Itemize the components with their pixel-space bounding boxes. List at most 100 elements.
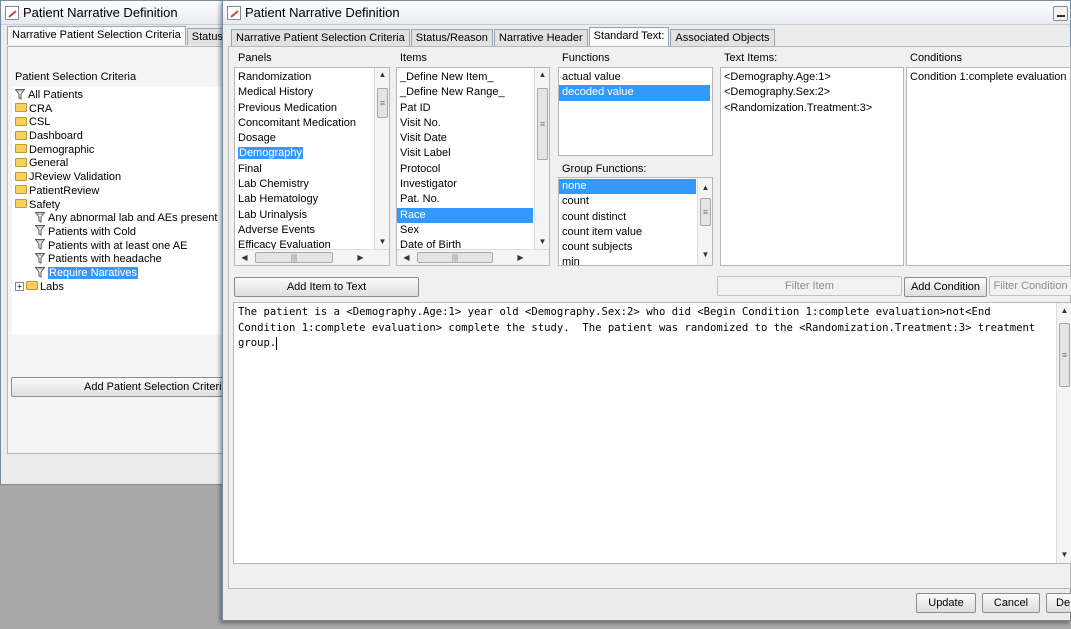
- scroll-up-icon[interactable]: ▲: [698, 181, 712, 195]
- items-item[interactable]: Pat. No.: [397, 192, 549, 207]
- scroll-up-icon[interactable]: ▲: [1057, 304, 1071, 318]
- tree-node[interactable]: Patients with headache: [15, 252, 228, 267]
- panels-item[interactable]: Randomization: [235, 70, 389, 85]
- scroll-up-icon[interactable]: ▲: [375, 68, 389, 82]
- items-item[interactable]: Pat ID: [397, 101, 549, 116]
- hscroll-thumb[interactable]: |||: [417, 252, 493, 263]
- tree-node[interactable]: + Labs: [15, 281, 228, 295]
- scroll-right-icon[interactable]: ▶: [353, 251, 368, 265]
- update-button[interactable]: Update: [916, 593, 976, 613]
- tab-selection-criteria[interactable]: Narrative Patient Selection Criteria: [231, 29, 410, 46]
- editor-vscroll[interactable]: ▲ ▼: [1056, 303, 1071, 563]
- scroll-thumb[interactable]: [537, 88, 548, 160]
- back-tab-selection-criteria[interactable]: Narrative Patient Selection Criteria: [7, 26, 186, 45]
- scroll-thumb[interactable]: [700, 198, 711, 226]
- scroll-up-icon[interactable]: ▲: [535, 68, 549, 82]
- group-functions-vscroll[interactable]: ▲ ▼: [697, 178, 712, 265]
- conditions-list[interactable]: Condition 1:complete evaluation: [906, 67, 1071, 266]
- panels-item[interactable]: Lab Hematology: [235, 192, 389, 207]
- narrative-text-editor[interactable]: The patient is a <Demography.Age:1> year…: [233, 302, 1071, 564]
- delete-button[interactable]: De: [1046, 593, 1071, 613]
- group-functions-item[interactable]: count distinct: [559, 210, 712, 225]
- scroll-down-icon[interactable]: ▼: [535, 235, 549, 249]
- panels-item[interactable]: Lab Urinalysis: [235, 208, 389, 223]
- text-items-item[interactable]: <Demography.Age:1>: [721, 70, 903, 85]
- scroll-thumb[interactable]: [1059, 323, 1070, 387]
- add-item-to-text-button[interactable]: Add Item to Text: [234, 277, 419, 297]
- items-item[interactable]: Visit Label: [397, 146, 549, 161]
- items-item[interactable]: Protocol: [397, 162, 549, 177]
- add-criteria-button[interactable]: Add Patient Selection Criteria: [11, 377, 229, 397]
- tab-standard-text[interactable]: Standard Text:: [588, 27, 670, 46]
- minimize-button[interactable]: [1053, 6, 1068, 21]
- tree-node[interactable]: JReview Validation: [15, 171, 228, 185]
- tree-node[interactable]: General: [15, 157, 228, 171]
- scroll-left-icon[interactable]: ◀: [237, 251, 252, 265]
- panels-item[interactable]: Concomitant Medication: [235, 116, 389, 131]
- panels-item[interactable]: Dosage: [235, 131, 389, 146]
- cancel-button[interactable]: Cancel: [982, 593, 1040, 613]
- items-item[interactable]: _Define New Item_: [397, 70, 549, 85]
- functions-list[interactable]: actual value decoded value: [558, 67, 713, 156]
- scroll-down-icon[interactable]: ▼: [1057, 548, 1071, 562]
- app-icon: [5, 5, 19, 20]
- tree-node[interactable]: Patients with Cold: [15, 225, 228, 240]
- panels-item[interactable]: Adverse Events: [235, 223, 389, 238]
- tree-node[interactable]: Require Naratives: [15, 266, 228, 281]
- text-items-item[interactable]: <Randomization.Treatment:3>: [721, 101, 903, 116]
- scroll-right-icon[interactable]: ▶: [513, 251, 528, 265]
- conditions-item[interactable]: Condition 1:complete evaluation: [907, 70, 1070, 85]
- tree-node[interactable]: Any abnormal lab and AEs present: [15, 211, 228, 226]
- hscroll-thumb[interactable]: |||: [255, 252, 333, 263]
- tree-node[interactable]: Safety: [15, 199, 228, 213]
- filter-condition-button[interactable]: Filter Condition: [989, 276, 1071, 296]
- panels-item[interactable]: Demography: [235, 146, 389, 161]
- panels-item[interactable]: Previous Medication: [235, 101, 389, 116]
- group-functions-item[interactable]: min: [559, 255, 712, 265]
- panels-item[interactable]: Final: [235, 162, 389, 177]
- scroll-down-icon[interactable]: ▼: [375, 235, 389, 249]
- text-items-list[interactable]: <Demography.Age:1> <Demography.Sex:2> <Ran…: [720, 67, 904, 266]
- add-condition-button[interactable]: Add Condition: [904, 277, 987, 297]
- functions-item[interactable]: decoded value: [559, 85, 710, 101]
- items-item[interactable]: Visit No.: [397, 116, 549, 131]
- expand-icon[interactable]: +: [15, 282, 24, 292]
- panels-vscroll[interactable]: ▲ ▼: [374, 68, 389, 249]
- scroll-down-icon[interactable]: ▼: [698, 248, 712, 262]
- back-tab-status[interactable]: Status/: [186, 28, 227, 45]
- group-functions-list[interactable]: none count count distinct count item value c…: [558, 177, 713, 266]
- tab-associated-objects[interactable]: Associated Objects: [670, 29, 775, 46]
- panels-hscroll[interactable]: ◀ ||| ▶: [235, 249, 389, 265]
- filter-item-button[interactable]: Filter Item: [717, 276, 902, 296]
- group-functions-item[interactable]: none: [559, 179, 696, 195]
- panels-item-label: Lab Urinalysis: [238, 208, 308, 221]
- items-item[interactable]: _Define New Range_: [397, 85, 549, 100]
- tree-node[interactable]: CRA: [15, 103, 228, 117]
- panels-list[interactable]: Randomization Medical History Previous Med…: [234, 67, 390, 266]
- group-functions-item[interactable]: count item value: [559, 225, 712, 240]
- tree-node[interactable]: Dashboard: [15, 130, 228, 144]
- scroll-thumb[interactable]: [377, 88, 388, 118]
- items-item[interactable]: Visit Date: [397, 131, 549, 146]
- items-list[interactable]: _Define New Item_ _Define New Range_ Pat I…: [396, 67, 550, 266]
- tree-node[interactable]: Demographic: [15, 144, 228, 158]
- group-functions-item[interactable]: count: [559, 194, 712, 209]
- items-item[interactable]: Race: [397, 207, 533, 223]
- tab-narrative-header[interactable]: Narrative Header: [493, 29, 588, 46]
- items-item[interactable]: Sex: [397, 223, 549, 238]
- panels-item[interactable]: Lab Chemistry: [235, 177, 389, 192]
- tree-node[interactable]: All Patients: [14, 88, 228, 103]
- criteria-tree[interactable]: All Patients CRA CSL Dashboard Demographic Ge…: [12, 87, 228, 335]
- panels-item[interactable]: Medical History: [235, 85, 389, 100]
- tree-node[interactable]: Patients with at least one AE: [15, 239, 228, 254]
- items-vscroll[interactable]: ▲ ▼: [534, 68, 549, 249]
- items-hscroll[interactable]: ◀ ||| ▶: [397, 249, 549, 265]
- tab-status-reason[interactable]: Status/Reason: [410, 29, 493, 46]
- tree-node[interactable]: CSL: [15, 116, 228, 130]
- text-items-item[interactable]: <Demography.Sex:2>: [721, 85, 903, 100]
- items-item[interactable]: Investigator: [397, 177, 549, 192]
- scroll-left-icon[interactable]: ◀: [399, 251, 414, 265]
- group-functions-item[interactable]: count subjects: [559, 240, 712, 255]
- functions-item[interactable]: actual value: [559, 70, 712, 85]
- tree-node[interactable]: PatientReview: [15, 185, 228, 199]
